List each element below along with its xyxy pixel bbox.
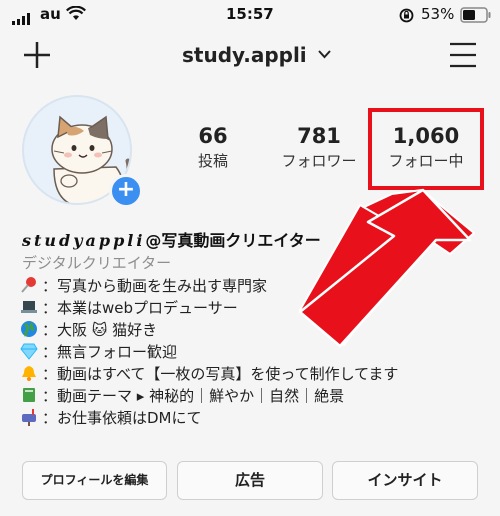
gem-icon — [20, 343, 38, 360]
bell-icon — [22, 366, 36, 381]
bio-name-line: studyappli@写真動画クリエイター — [22, 227, 321, 251]
bio-name-suffix: @写真動画クリエイター — [145, 231, 321, 250]
mailbox-icon — [22, 409, 36, 426]
bio-line: ：大阪 🐱 猫好き — [20, 319, 398, 341]
bio-line: ：無言フォロー歓迎 — [20, 341, 398, 363]
bio-line: ：写真から動画を生み出す専門家 — [20, 275, 398, 297]
bio-line: ：お仕事依頼はDMにて — [20, 407, 398, 429]
bio-line-text: ：無言フォロー歓迎 — [42, 343, 178, 361]
book-icon — [23, 388, 35, 402]
bio-line: ：動画はすべて【一枚の写真】を使って制作してます — [20, 363, 398, 385]
bio-line-text: ：写真から動画を生み出す専門家 — [42, 277, 268, 295]
bio-line: ：本業はwebプロデューサー — [20, 297, 398, 319]
bio-line-text: ：動画はすべて【一枚の写真】を使って制作してます — [42, 365, 399, 383]
bio-line-text: ：本業はwebプロデューサー — [42, 299, 238, 317]
bio-line-text: ：大阪 🐱 猫好き — [42, 321, 158, 339]
edit-profile-button[interactable]: プロフィールを編集 — [22, 461, 167, 500]
pushpin-icon — [21, 277, 36, 293]
bio-line-text: ：お仕事依頼はDMにて — [42, 409, 202, 427]
bio-name-script: studyappli — [22, 231, 146, 250]
laptop-icon — [21, 301, 37, 313]
bio-category: デジタルクリエイター — [22, 254, 172, 272]
bio-line-text: ：動画テーマ ▸ 神秘的｜鮮やか｜自然｜絶景 — [42, 387, 345, 405]
bio-lines: ：写真から動画を生み出す専門家 ：本業はwebプロデューサー ：大阪 🐱 猫好き… — [20, 275, 398, 429]
insights-button[interactable]: インサイト — [332, 461, 478, 500]
ads-button[interactable]: 広告 — [177, 461, 323, 500]
bio-line: ：動画テーマ ▸ 神秘的｜鮮やか｜自然｜絶景 — [20, 385, 398, 407]
globe-icon — [21, 321, 37, 337]
